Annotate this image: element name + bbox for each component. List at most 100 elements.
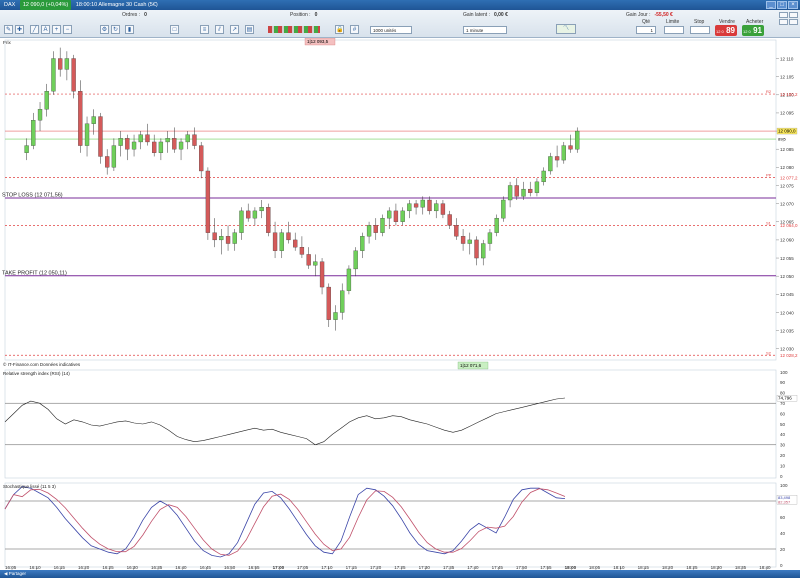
panel-button-1[interactable] xyxy=(779,12,788,18)
price-change-badge: 12 090,0 (+0,04%) xyxy=(19,0,72,10)
candle-body xyxy=(98,116,103,157)
rsi-y-tick-label: 90 xyxy=(780,380,786,385)
text-icon[interactable]: A xyxy=(41,25,50,34)
interval-select[interactable]: 1 minute xyxy=(463,26,507,34)
price-y-tick-label: 12 110 xyxy=(780,56,794,61)
stoch-y-tick-label: 20 xyxy=(780,547,786,552)
price-y-tick-label: 12 080 xyxy=(780,165,794,170)
candle-body xyxy=(507,185,513,201)
candle-body xyxy=(58,58,63,70)
edit-icon[interactable]: ✎ xyxy=(4,25,13,34)
rect-icon[interactable]: □ xyxy=(170,25,179,34)
candle-body xyxy=(84,123,90,146)
top-badge: 1|12 093,5 xyxy=(307,39,329,44)
share-button[interactable]: ◀ Partager xyxy=(4,571,26,576)
stop-input[interactable] xyxy=(690,26,710,34)
minimize-button[interactable]: _ xyxy=(766,1,776,9)
grid-icon[interactable]: # xyxy=(350,25,359,34)
panel-button-2[interactable] xyxy=(789,12,798,18)
candle-body xyxy=(407,203,412,212)
refresh-icon[interactable]: ↻ xyxy=(111,25,120,34)
candle-body xyxy=(71,58,76,92)
candle-body xyxy=(326,286,331,320)
price-y-tick-label: 12 105 xyxy=(780,74,794,79)
current-price-badge: 12 090,0 xyxy=(778,129,796,134)
gain-jour-label: Gain Jour : xyxy=(626,12,651,18)
candle-body xyxy=(575,130,580,150)
candle-body xyxy=(380,217,385,233)
position-field: Position :0 xyxy=(290,12,317,18)
level-value: 12 077,2 xyxy=(780,175,798,180)
chart-type-icon[interactable]: 〽 xyxy=(556,24,576,34)
candle-body xyxy=(252,210,258,219)
line-icon[interactable]: ╱ xyxy=(30,25,39,34)
rsi-y-tick-label: 70 xyxy=(780,401,786,406)
maximize-button[interactable]: □ xyxy=(777,1,787,9)
arrow-icon[interactable]: ↗ xyxy=(230,25,239,34)
candle-body xyxy=(105,156,110,168)
candle-body xyxy=(467,239,472,244)
settings-icon[interactable]: ⚙ xyxy=(100,25,109,34)
candle-body xyxy=(373,225,378,233)
candle-body xyxy=(387,210,392,219)
bars-icon[interactable]: ▤ xyxy=(245,25,254,34)
lock-icon[interactable]: 🔒 xyxy=(335,25,344,34)
zoom-in-icon[interactable]: + xyxy=(52,25,61,34)
candle-body xyxy=(360,236,365,251)
candle-body xyxy=(561,145,566,161)
rsi-y-tick-label: 0 xyxy=(780,474,783,479)
level-name: S1 xyxy=(766,220,772,225)
color-palette[interactable] xyxy=(268,26,320,33)
gain-latent-label: Gain latent : xyxy=(463,12,490,18)
bottom-badge: 1|12 071,6 xyxy=(460,363,482,368)
stoch-y-tick-label: 0 xyxy=(780,563,783,568)
candle-body xyxy=(434,203,439,212)
chart-area[interactable]: Prix 12 11012 10512 10012 09512 09012 08… xyxy=(0,38,800,578)
candle-body xyxy=(460,236,466,244)
orders-field: Ordres :0 xyxy=(122,12,147,18)
candle-body xyxy=(366,225,372,237)
price-y-tick-label: 12 095 xyxy=(780,111,794,116)
level-value: 12 064,0 xyxy=(780,223,798,228)
candle-body xyxy=(158,141,164,153)
rsi-current-value: 74,796 xyxy=(778,396,792,401)
gain-jour-value: -55,50 € xyxy=(654,12,673,18)
candle-body xyxy=(246,210,251,219)
qty-input[interactable]: 1 xyxy=(636,26,656,34)
level-value: 12 028,2 xyxy=(780,353,798,358)
candle-body xyxy=(192,134,197,146)
units-select[interactable]: 1000 unités xyxy=(370,26,412,34)
candle-body xyxy=(568,145,573,150)
price-y-tick-label: 12 040 xyxy=(780,310,794,315)
candle-body xyxy=(78,91,83,146)
candle-body xyxy=(37,109,43,121)
candle-body xyxy=(548,156,553,172)
rsi-y-tick-label: 30 xyxy=(780,443,786,448)
cross-icon[interactable]: ✚ xyxy=(15,25,24,34)
sell-button[interactable]: 12 0 89 xyxy=(715,25,737,36)
candle-body xyxy=(481,243,486,259)
chart-svg[interactable]: 12 11012 10512 10012 09512 09012 08512 0… xyxy=(0,38,800,570)
candle-body xyxy=(44,91,49,110)
candle-body xyxy=(51,58,56,92)
copyright-text: © IT-Finance.com Données indicatives xyxy=(3,362,81,367)
candle-body xyxy=(306,254,311,266)
buy-button[interactable]: 12 0 91 xyxy=(742,25,764,36)
candle-body xyxy=(554,156,560,161)
rsi-y-tick-label: 60 xyxy=(780,411,786,416)
sell-price: 89 xyxy=(726,26,735,35)
panel-button-4[interactable] xyxy=(789,19,798,25)
candle-body xyxy=(353,250,358,270)
instrument-name: DAX xyxy=(4,2,16,8)
candle-body xyxy=(138,134,143,143)
channel-icon[interactable]: ⫽ xyxy=(215,25,224,34)
candle-body xyxy=(152,141,157,153)
close-button[interactable]: × xyxy=(788,1,798,9)
limit-input[interactable] xyxy=(664,26,684,34)
zoom-out-icon[interactable]: − xyxy=(63,25,72,34)
fib-icon[interactable]: ≡ xyxy=(200,25,209,34)
candle-body xyxy=(541,170,546,183)
position-value: 0 xyxy=(314,12,318,18)
candle-icon[interactable]: ▮ xyxy=(125,25,134,34)
panel-button-3[interactable] xyxy=(779,19,788,25)
